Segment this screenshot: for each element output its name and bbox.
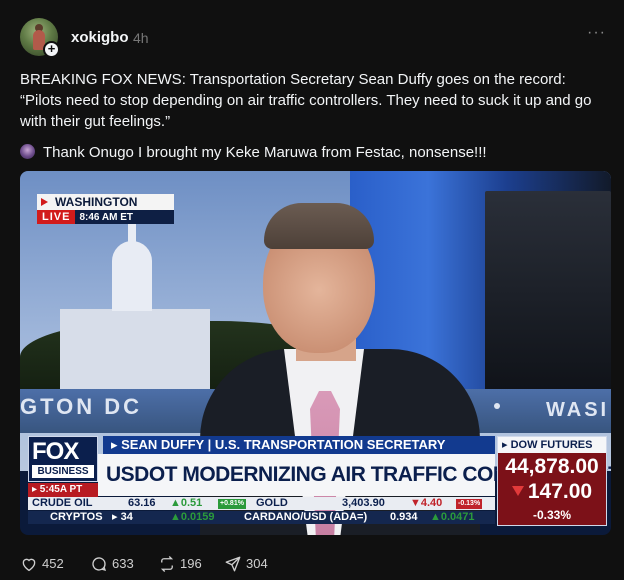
ticker-cardano-value: 0.934 [390, 511, 418, 523]
ticker-cardano-label: CARDANO/USD (ADA=) [244, 511, 368, 523]
fox-business-logo: FOX BUSINESS [28, 436, 98, 482]
backdrop-screen [485, 191, 611, 396]
location-text: WASHINGTON [55, 195, 138, 209]
more-options-icon[interactable]: ··· [587, 24, 606, 42]
news-chyron: FOX BUSINESS ▸ 5:45A PT ▸ SEAN DUFFY | U… [28, 436, 611, 529]
person-hair [264, 203, 374, 249]
comment-icon [92, 557, 107, 572]
ticker-row-commodities: CRUDE OIL 63.16 ▲0.51 +0.81% GOLD 3,403.… [28, 497, 495, 510]
live-time: 8:46 AM ET [79, 212, 133, 223]
live-badge: LIVE [37, 210, 76, 224]
ticker-gold-pct: -0.13% [456, 499, 483, 509]
dow-percent: -0.33% [532, 508, 572, 522]
ticker-crude-pct-wrap: +0.81% [218, 497, 246, 510]
backdrop-text-right: WASI [546, 399, 610, 421]
ticker-gold-pct-wrap: -0.13% [456, 497, 483, 510]
backdrop-text-left: GTON DC [20, 394, 143, 419]
post-text-secondary: Thank Onugo I brought my Keke Maruwa fro… [20, 142, 610, 163]
post-header: + xokigbo 4h ··· [20, 18, 608, 58]
broadcast-clock: ▸ 5:45A PT [28, 483, 98, 497]
location-label: WASHINGTON [37, 194, 174, 210]
post-text-secondary-content: Thank Onugo I brought my Keke Maruwa fro… [43, 144, 487, 161]
backdrop-dot [494, 403, 500, 409]
ticker-cardano-change: ▲0.0471 [430, 511, 475, 523]
reply-count: 633 [112, 556, 134, 571]
dow-change-value: 147.00 [527, 480, 593, 503]
dow-futures-box: ▸ DOW FUTURES 44,878.00 147.00 -0.33% [497, 436, 607, 526]
ticker-gold-change: ▼4.40 [410, 497, 443, 509]
location-arrow-icon [41, 198, 48, 206]
dow-change: 147.00 [498, 480, 606, 504]
name-bar: ▸ SEAN DUFFY | U.S. TRANSPORTATION SECRE… [103, 436, 495, 454]
ticker-crude-value: 63.16 [128, 497, 156, 509]
share-count: 304 [246, 556, 268, 571]
ticker-crypto-change: ▲0.0159 [170, 511, 215, 523]
send-icon [225, 556, 241, 572]
logo-fox-text: FOX [32, 438, 79, 465]
post-time: 4h [133, 30, 149, 46]
ticker-crypto-fragment: ▸ 34 [112, 511, 133, 523]
ticker-gold-label: GOLD [256, 497, 288, 509]
follow-plus-icon[interactable]: + [43, 41, 60, 58]
down-triangle-icon [511, 486, 524, 496]
ticker-row-crypto: CRYPTOS ▸ 34 ▲0.0159 CARDANO/USD (ADA=) … [28, 511, 495, 524]
ticker-crypto-label: CRYPTOS [50, 511, 103, 523]
emoji-icon [20, 144, 35, 159]
ticker-crude-pct: +0.81% [218, 499, 246, 509]
like-count: 452 [42, 556, 64, 571]
post-image[interactable]: GTON DC WASI WASHINGTON LIVE 8:46 AM ET F… [20, 171, 611, 535]
capitol-spire [128, 223, 136, 245]
ticker-gold-value: 3,403.90 [342, 497, 385, 509]
headline: USDOT MODERNIZING AIR TRAFFIC CONTROL SY… [98, 454, 611, 496]
heart-icon [22, 558, 36, 572]
ticker-crude-label: CRUDE OIL [32, 497, 93, 509]
dow-label: ▸ DOW FUTURES [498, 437, 606, 453]
capitol-dome [112, 241, 152, 311]
capitol-building [60, 309, 210, 389]
post-text: BREAKING FOX NEWS: Transportation Secret… [20, 71, 592, 130]
location-bug: WASHINGTON LIVE 8:46 AM ET [37, 194, 174, 224]
live-bar: LIVE 8:46 AM ET [37, 210, 174, 224]
dow-value: 44,878.00 [505, 455, 599, 478]
repost-icon [160, 556, 174, 572]
ticker-crude-change: ▲0.51 [170, 497, 203, 509]
repost-count: 196 [180, 556, 202, 571]
username[interactable]: xokigbo [71, 29, 129, 46]
logo-business-text: BUSINESS [32, 465, 94, 478]
